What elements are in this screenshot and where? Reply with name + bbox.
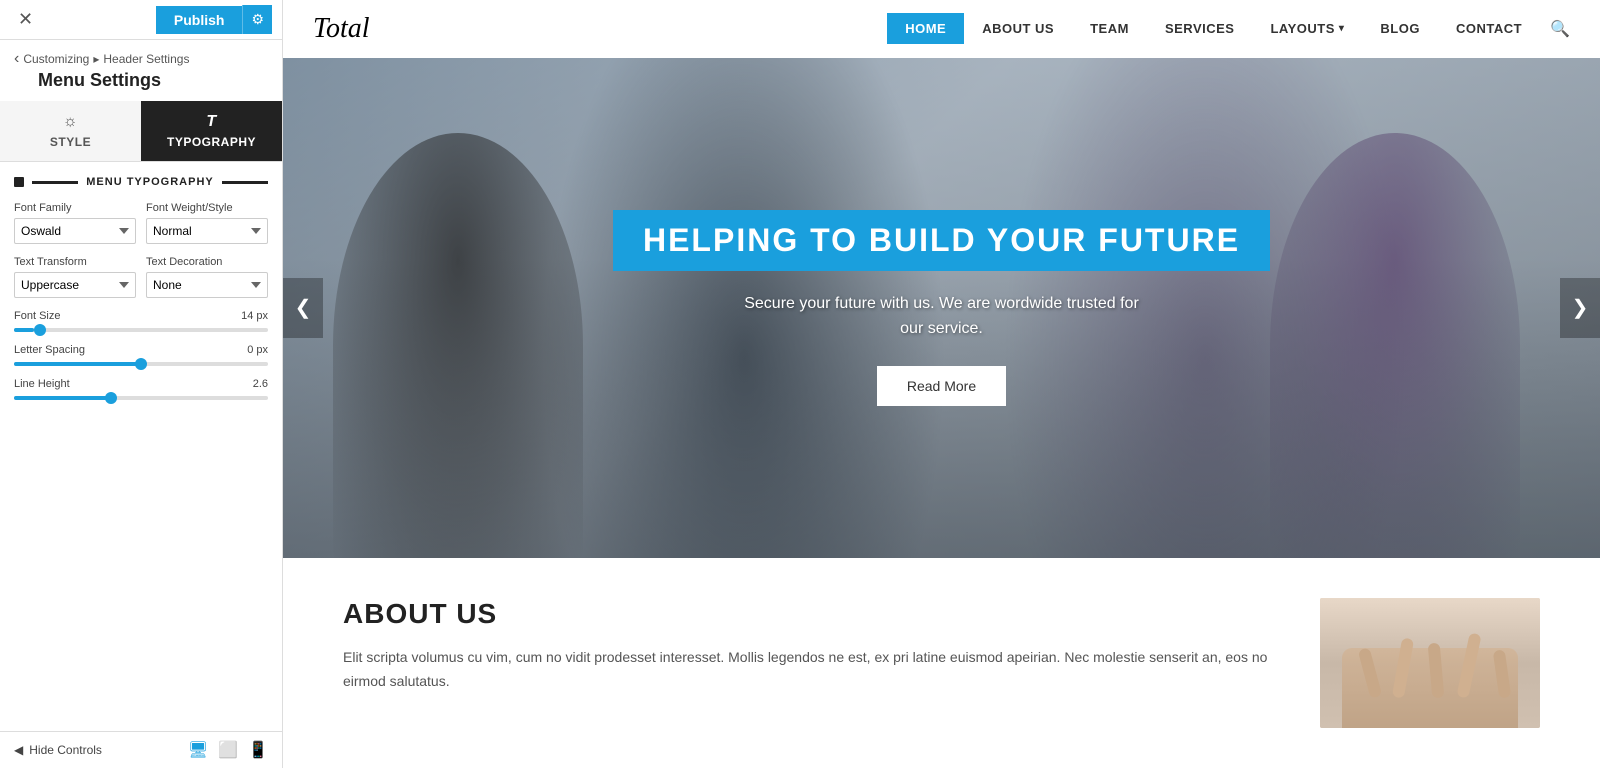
text-transform-select[interactable]: Uppercase Lowercase Capitalize None [14, 272, 136, 298]
letter-spacing-track [14, 362, 268, 366]
font-size-label: Font Size [14, 310, 60, 322]
hero-section: HELPING TO BUILD YOUR FUTURE Secure your… [283, 58, 1600, 558]
about-body: Elit scripta volumus cu vim, cum no vidi… [343, 646, 1280, 694]
font-weight-group: Font Weight/Style Normal Bold Italic Bol… [146, 202, 268, 244]
right-panel: Total HOME ABOUT US TEAM SERVICES LAYOUT… [283, 0, 1600, 768]
section-label: MENU TYPOGRAPHY [86, 176, 213, 188]
nav-item-services[interactable]: SERVICES [1147, 13, 1253, 44]
font-family-select[interactable]: Oswald Arial Georgia Roboto Open Sans [14, 218, 136, 244]
header-bar-right [222, 181, 268, 184]
about-section: ABOUT US Elit scripta volumus cu vim, cu… [283, 558, 1600, 768]
site-menu: HOME ABOUT US TEAM SERVICES LAYOUTS ▾ BL… [887, 13, 1540, 44]
header-dot [14, 177, 24, 187]
hero-prev-button[interactable]: ❮ [283, 278, 323, 338]
line-height-thumb[interactable] [105, 392, 117, 404]
left-panel: ✕ Publish ⚙ ‹ Customizing ▸ Header Setti… [0, 0, 283, 768]
breadcrumb-back-button[interactable]: ‹ [14, 50, 19, 68]
breadcrumb-parent: Customizing [23, 52, 89, 66]
text-decoration-select[interactable]: None Underline Overline Line-through [146, 272, 268, 298]
line-height-label-row: Line Height 2.6 [14, 378, 268, 390]
line-height-value: 2.6 [253, 378, 268, 390]
nav-item-home[interactable]: HOME [887, 13, 964, 44]
font-weight-label: Font Weight/Style [146, 202, 268, 214]
site-search-icon[interactable]: 🔍 [1550, 19, 1570, 39]
hide-controls-icon: ◀ [14, 743, 23, 757]
hero-person-left [333, 133, 583, 558]
font-family-row: Font Family Oswald Arial Georgia Roboto … [14, 202, 268, 244]
nav-item-contact[interactable]: CONTACT [1438, 13, 1540, 44]
line-height-fill [14, 396, 111, 400]
hero-read-more-button[interactable]: Read More [877, 366, 1006, 406]
typography-tab-icon: T [206, 113, 216, 131]
line-height-label: Line Height [14, 378, 70, 390]
desktop-view-button[interactable]: 🖥 [188, 740, 208, 760]
publish-area: Publish ⚙ [156, 5, 272, 34]
site-nav: Total HOME ABOUT US TEAM SERVICES LAYOUT… [283, 0, 1600, 58]
hero-person-right [1270, 133, 1520, 558]
tablet-view-button[interactable]: ⬜ [218, 740, 238, 760]
hero-subtitle: Secure your future with us. We are wordw… [613, 291, 1270, 342]
device-icons: 🖥 ⬜ 📱 [188, 740, 268, 760]
tab-typography-label: TYPOGRAPHY [167, 135, 256, 149]
tab-style-label: STYLE [50, 135, 91, 149]
font-weight-select[interactable]: Normal Bold Italic Bold Italic Light [146, 218, 268, 244]
layouts-label: LAYOUTS [1270, 21, 1334, 36]
panel-content: MENU TYPOGRAPHY Font Family Oswald Arial… [0, 162, 282, 731]
font-family-label: Font Family [14, 202, 136, 214]
hero-title-box: HELPING TO BUILD YOUR FUTURE [613, 210, 1270, 271]
breadcrumb-current: Header Settings [103, 52, 189, 66]
nav-item-about[interactable]: ABOUT US [964, 13, 1072, 44]
tab-style[interactable]: ☼ STYLE [0, 101, 141, 161]
text-transform-row: Text Transform Uppercase Lowercase Capit… [14, 256, 268, 298]
header-bar-left [32, 181, 78, 184]
line-height-track [14, 396, 268, 400]
hero-image: HELPING TO BUILD YOUR FUTURE Secure your… [283, 58, 1600, 558]
style-tab-icon: ☼ [63, 113, 78, 131]
hide-controls-button[interactable]: ◀ Hide Controls [14, 743, 102, 757]
tabs: ☼ STYLE T TYPOGRAPHY [0, 101, 282, 162]
top-bar: ✕ Publish ⚙ [0, 0, 282, 40]
about-image [1320, 598, 1540, 728]
layouts-dropdown-icon: ▾ [1339, 23, 1345, 34]
line-height-group: Line Height 2.6 [14, 378, 268, 400]
hero-title: HELPING TO BUILD YOUR FUTURE [643, 222, 1240, 259]
site-logo: Total [313, 13, 370, 45]
nav-item-layouts[interactable]: LAYOUTS ▾ [1252, 13, 1362, 44]
mobile-view-button[interactable]: 📱 [248, 740, 268, 760]
about-text: ABOUT US Elit scripta volumus cu vim, cu… [343, 598, 1280, 728]
hide-controls-label: Hide Controls [29, 743, 102, 757]
page-title: Menu Settings [0, 68, 282, 101]
breadcrumb: Customizing ▸ Header Settings [23, 52, 189, 66]
bottom-bar: ◀ Hide Controls 🖥 ⬜ 📱 [0, 731, 282, 768]
nav-item-blog[interactable]: BLOG [1362, 13, 1438, 44]
hero-content: HELPING TO BUILD YOUR FUTURE Secure your… [613, 210, 1270, 406]
text-transform-label: Text Transform [14, 256, 136, 268]
about-heading: ABOUT US [343, 598, 1280, 630]
font-size-label-row: Font Size 14 px [14, 310, 268, 322]
menu-typography-header: MENU TYPOGRAPHY [14, 176, 268, 188]
hero-next-button[interactable]: ❯ [1560, 278, 1600, 338]
nav-item-team[interactable]: TEAM [1072, 13, 1147, 44]
font-size-value: 14 px [241, 310, 268, 322]
letter-spacing-fill [14, 362, 141, 366]
text-decoration-label: Text Decoration [146, 256, 268, 268]
close-button[interactable]: ✕ [10, 5, 41, 34]
tab-typography[interactable]: T TYPOGRAPHY [141, 101, 282, 161]
text-decoration-group: Text Decoration None Underline Overline … [146, 256, 268, 298]
publish-gear-button[interactable]: ⚙ [242, 5, 272, 34]
font-size-group: Font Size 14 px [14, 310, 268, 332]
text-transform-group: Text Transform Uppercase Lowercase Capit… [14, 256, 136, 298]
breadcrumb-separator: ▸ [93, 52, 99, 66]
font-family-group: Font Family Oswald Arial Georgia Roboto … [14, 202, 136, 244]
letter-spacing-thumb[interactable] [135, 358, 147, 370]
publish-button[interactable]: Publish [156, 6, 243, 34]
